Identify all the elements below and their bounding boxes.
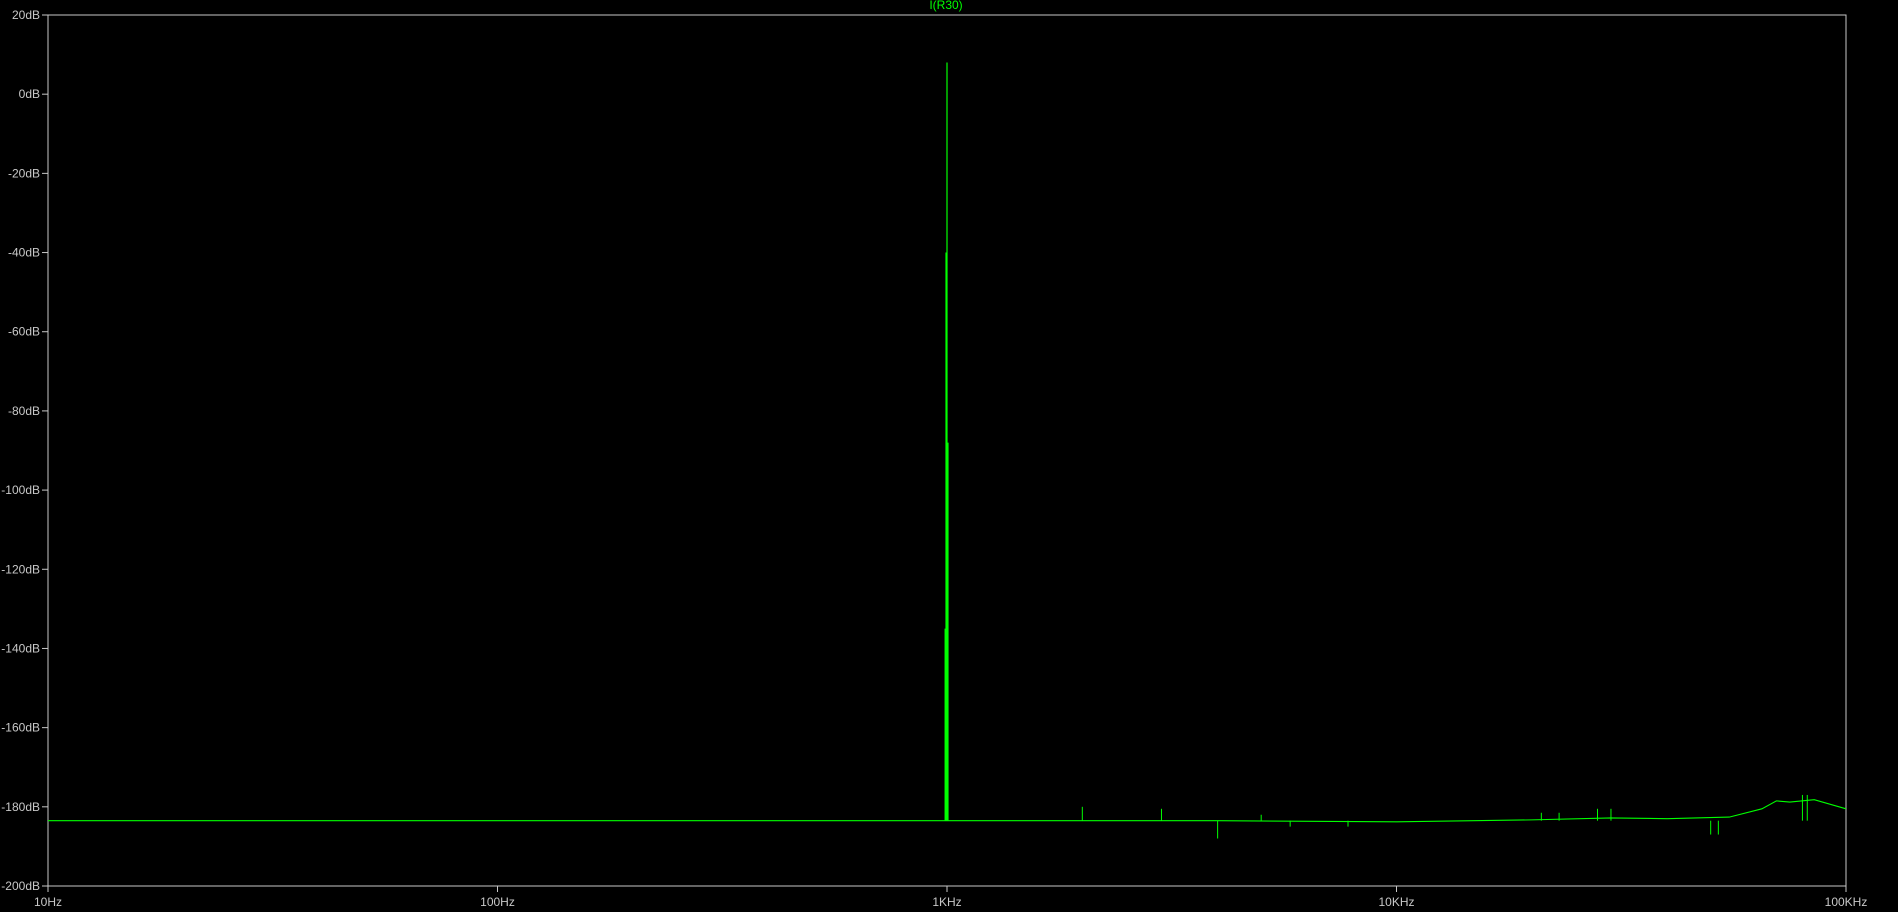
y-tick-label: -40dB <box>8 246 40 260</box>
x-tick-label: 10KHz <box>1378 895 1414 909</box>
x-tick-label: 10Hz <box>34 895 62 909</box>
x-tick-label: 100Hz <box>480 895 515 909</box>
x-tick-label: 100KHz <box>1825 895 1868 909</box>
chart-title: I(R30) <box>929 0 962 12</box>
y-tick-label: -180dB <box>1 800 40 814</box>
y-tick-label: -200dB <box>1 879 40 893</box>
plot-background <box>0 0 1898 912</box>
y-tick-label: -60dB <box>8 325 40 339</box>
fft-plot: 20dB 0dB -20dB -40dB -60dB -80dB -100dB -120dB -… <box>0 0 1898 912</box>
y-tick-label: -80dB <box>8 404 40 418</box>
y-tick-label: -20dB <box>8 166 40 180</box>
y-tick-label: -160dB <box>1 721 40 735</box>
y-tick-label: -120dB <box>1 562 40 576</box>
x-tick-label: 1KHz <box>932 895 961 909</box>
y-tick-label: 0dB <box>19 87 40 101</box>
y-tick-label: -140dB <box>1 641 40 655</box>
y-tick-label: 20dB <box>12 8 40 22</box>
y-tick-label: -100dB <box>1 483 40 497</box>
